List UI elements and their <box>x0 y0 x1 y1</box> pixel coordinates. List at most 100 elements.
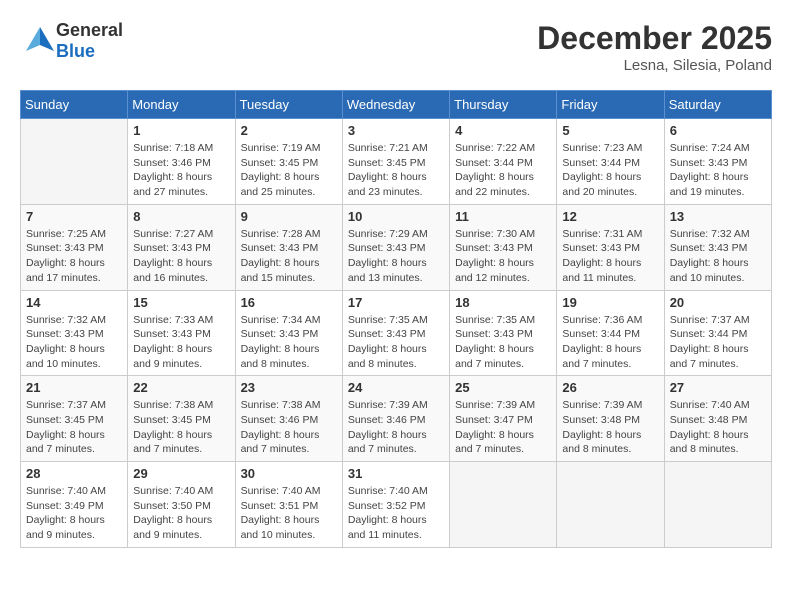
calendar-cell: 4Sunrise: 7:22 AMSunset: 3:44 PMDaylight… <box>450 119 557 205</box>
day-number: 17 <box>348 295 444 310</box>
col-header-tuesday: Tuesday <box>235 91 342 119</box>
day-info: Sunrise: 7:35 AMSunset: 3:43 PMDaylight:… <box>455 313 551 372</box>
day-info: Sunrise: 7:38 AMSunset: 3:46 PMDaylight:… <box>241 398 337 457</box>
calendar-cell: 1Sunrise: 7:18 AMSunset: 3:46 PMDaylight… <box>128 119 235 205</box>
day-info: Sunrise: 7:30 AMSunset: 3:43 PMDaylight:… <box>455 227 551 286</box>
day-number: 11 <box>455 209 551 224</box>
day-info: Sunrise: 7:40 AMSunset: 3:49 PMDaylight:… <box>26 484 122 543</box>
day-info: Sunrise: 7:40 AMSunset: 3:48 PMDaylight:… <box>670 398 766 457</box>
day-number: 8 <box>133 209 229 224</box>
day-info: Sunrise: 7:32 AMSunset: 3:43 PMDaylight:… <box>26 313 122 372</box>
calendar-cell: 26 Sunrise: 7:39 AMSunset: 3:48 PMDayligh… <box>557 376 664 462</box>
calendar-cell: 17 Sunrise: 7:35 AMSunset: 3:43 PMDayligh… <box>342 290 449 376</box>
day-number: 4 <box>455 123 551 138</box>
day-info: Sunrise: 7:40 AMSunset: 3:50 PMDaylight:… <box>133 484 229 543</box>
col-header-wednesday: Wednesday <box>342 91 449 119</box>
day-info: Sunrise: 7:33 AMSunset: 3:43 PMDaylight:… <box>133 313 229 372</box>
day-info: Sunrise: 7:35 AMSunset: 3:43 PMDaylight:… <box>348 313 444 372</box>
calendar-cell: 8 Sunrise: 7:27 AMSunset: 3:43 PMDaylight… <box>128 204 235 290</box>
day-number: 14 <box>26 295 122 310</box>
col-header-saturday: Saturday <box>664 91 771 119</box>
day-number: 30 <box>241 466 337 481</box>
day-info: Sunrise: 7:40 AMSunset: 3:52 PMDaylight:… <box>348 484 444 543</box>
day-number: 15 <box>133 295 229 310</box>
day-info: Sunrise: 7:36 AMSunset: 3:44 PMDaylight:… <box>562 313 658 372</box>
day-number: 1 <box>133 123 229 138</box>
day-number: 9 <box>241 209 337 224</box>
calendar-cell: 31 Sunrise: 7:40 AMSunset: 3:52 PMDayligh… <box>342 462 449 548</box>
calendar-cell: 12 Sunrise: 7:31 AMSunset: 3:43 PMDayligh… <box>557 204 664 290</box>
day-number: 24 <box>348 380 444 395</box>
day-number: 20 <box>670 295 766 310</box>
calendar-cell: 15 Sunrise: 7:33 AMSunset: 3:43 PMDayligh… <box>128 290 235 376</box>
day-info: Sunrise: 7:27 AMSunset: 3:43 PMDaylight:… <box>133 227 229 286</box>
day-info: Sunrise: 7:39 AMSunset: 3:48 PMDaylight:… <box>562 398 658 457</box>
calendar-cell: 22 Sunrise: 7:38 AMSunset: 3:45 PMDayligh… <box>128 376 235 462</box>
day-info: Sunrise: 7:32 AMSunset: 3:43 PMDaylight:… <box>670 227 766 286</box>
day-number: 2 <box>241 123 337 138</box>
title-section: December 2025 Lesna, Silesia, Poland <box>537 20 772 74</box>
calendar-row-5: 28 Sunrise: 7:40 AMSunset: 3:49 PMDayligh… <box>21 462 772 548</box>
calendar-cell: 24 Sunrise: 7:39 AMSunset: 3:46 PMDayligh… <box>342 376 449 462</box>
day-info: Sunrise: 7:38 AMSunset: 3:45 PMDaylight:… <box>133 398 229 457</box>
col-header-thursday: Thursday <box>450 91 557 119</box>
calendar-cell: 5 Sunrise: 7:23 AMSunset: 3:44 PMDaylight… <box>557 119 664 205</box>
logo-icon <box>20 23 56 59</box>
day-number: 12 <box>562 209 658 224</box>
calendar-cell: 27 Sunrise: 7:40 AMSunset: 3:48 PMDayligh… <box>664 376 771 462</box>
day-number: 26 <box>562 380 658 395</box>
logo-text: General Blue <box>56 20 123 62</box>
day-info: Sunrise: 7:23 AMSunset: 3:44 PMDaylight:… <box>562 141 658 200</box>
day-info: Sunrise: 7:37 AMSunset: 3:44 PMDaylight:… <box>670 313 766 372</box>
calendar-cell: 18Sunrise: 7:35 AMSunset: 3:43 PMDayligh… <box>450 290 557 376</box>
day-info: Sunrise: 7:19 AMSunset: 3:45 PMDaylight:… <box>241 141 337 200</box>
day-info: Sunrise: 7:24 AMSunset: 3:43 PMDaylight:… <box>670 141 766 200</box>
calendar-cell: 30 Sunrise: 7:40 AMSunset: 3:51 PMDayligh… <box>235 462 342 548</box>
day-number: 27 <box>670 380 766 395</box>
day-number: 10 <box>348 209 444 224</box>
day-number: 29 <box>133 466 229 481</box>
col-header-monday: Monday <box>128 91 235 119</box>
day-number: 31 <box>348 466 444 481</box>
calendar-cell: 7Sunrise: 7:25 AMSunset: 3:43 PMDaylight… <box>21 204 128 290</box>
calendar-cell: 11 Sunrise: 7:30 AMSunset: 3:43 PMDayligh… <box>450 204 557 290</box>
logo-blue: Blue <box>56 41 95 61</box>
calendar-cell <box>450 462 557 548</box>
day-number: 21 <box>26 380 122 395</box>
calendar-cell: 21Sunrise: 7:37 AMSunset: 3:45 PMDayligh… <box>21 376 128 462</box>
calendar-cell: 29 Sunrise: 7:40 AMSunset: 3:50 PMDayligh… <box>128 462 235 548</box>
col-header-sunday: Sunday <box>21 91 128 119</box>
calendar-header-row: SundayMondayTuesdayWednesdayThursdayFrid… <box>21 91 772 119</box>
calendar-cell: 14 Sunrise: 7:32 AMSunset: 3:43 PMDayligh… <box>21 290 128 376</box>
day-info: Sunrise: 7:21 AMSunset: 3:45 PMDaylight:… <box>348 141 444 200</box>
calendar-cell: 13 Sunrise: 7:32 AMSunset: 3:43 PMDayligh… <box>664 204 771 290</box>
col-header-friday: Friday <box>557 91 664 119</box>
day-info: Sunrise: 7:31 AMSunset: 3:43 PMDaylight:… <box>562 227 658 286</box>
logo: General Blue <box>20 20 123 62</box>
day-info: Sunrise: 7:40 AMSunset: 3:51 PMDaylight:… <box>241 484 337 543</box>
day-info: Sunrise: 7:39 AMSunset: 3:46 PMDaylight:… <box>348 398 444 457</box>
calendar-cell <box>664 462 771 548</box>
day-number: 5 <box>562 123 658 138</box>
day-number: 3 <box>348 123 444 138</box>
day-number: 22 <box>133 380 229 395</box>
day-info: Sunrise: 7:39 AMSunset: 3:47 PMDaylight:… <box>455 398 551 457</box>
calendar-cell: 16 Sunrise: 7:34 AMSunset: 3:43 PMDayligh… <box>235 290 342 376</box>
day-number: 13 <box>670 209 766 224</box>
calendar-cell <box>557 462 664 548</box>
calendar-row-4: 21Sunrise: 7:37 AMSunset: 3:45 PMDayligh… <box>21 376 772 462</box>
calendar-cell: 19 Sunrise: 7:36 AMSunset: 3:44 PMDayligh… <box>557 290 664 376</box>
calendar-cell: 28 Sunrise: 7:40 AMSunset: 3:49 PMDayligh… <box>21 462 128 548</box>
location-title: Lesna, Silesia, Poland <box>537 57 772 74</box>
calendar-cell: 23Sunrise: 7:38 AMSunset: 3:46 PMDayligh… <box>235 376 342 462</box>
calendar-row-1: 1Sunrise: 7:18 AMSunset: 3:46 PMDaylight… <box>21 119 772 205</box>
calendar-body: 1Sunrise: 7:18 AMSunset: 3:46 PMDaylight… <box>21 119 772 548</box>
day-number: 28 <box>26 466 122 481</box>
day-info: Sunrise: 7:25 AMSunset: 3:43 PMDaylight:… <box>26 227 122 286</box>
calendar-row-3: 14 Sunrise: 7:32 AMSunset: 3:43 PMDayligh… <box>21 290 772 376</box>
day-info: Sunrise: 7:34 AMSunset: 3:43 PMDaylight:… <box>241 313 337 372</box>
day-info: Sunrise: 7:29 AMSunset: 3:43 PMDaylight:… <box>348 227 444 286</box>
day-number: 19 <box>562 295 658 310</box>
day-number: 16 <box>241 295 337 310</box>
day-number: 25 <box>455 380 551 395</box>
